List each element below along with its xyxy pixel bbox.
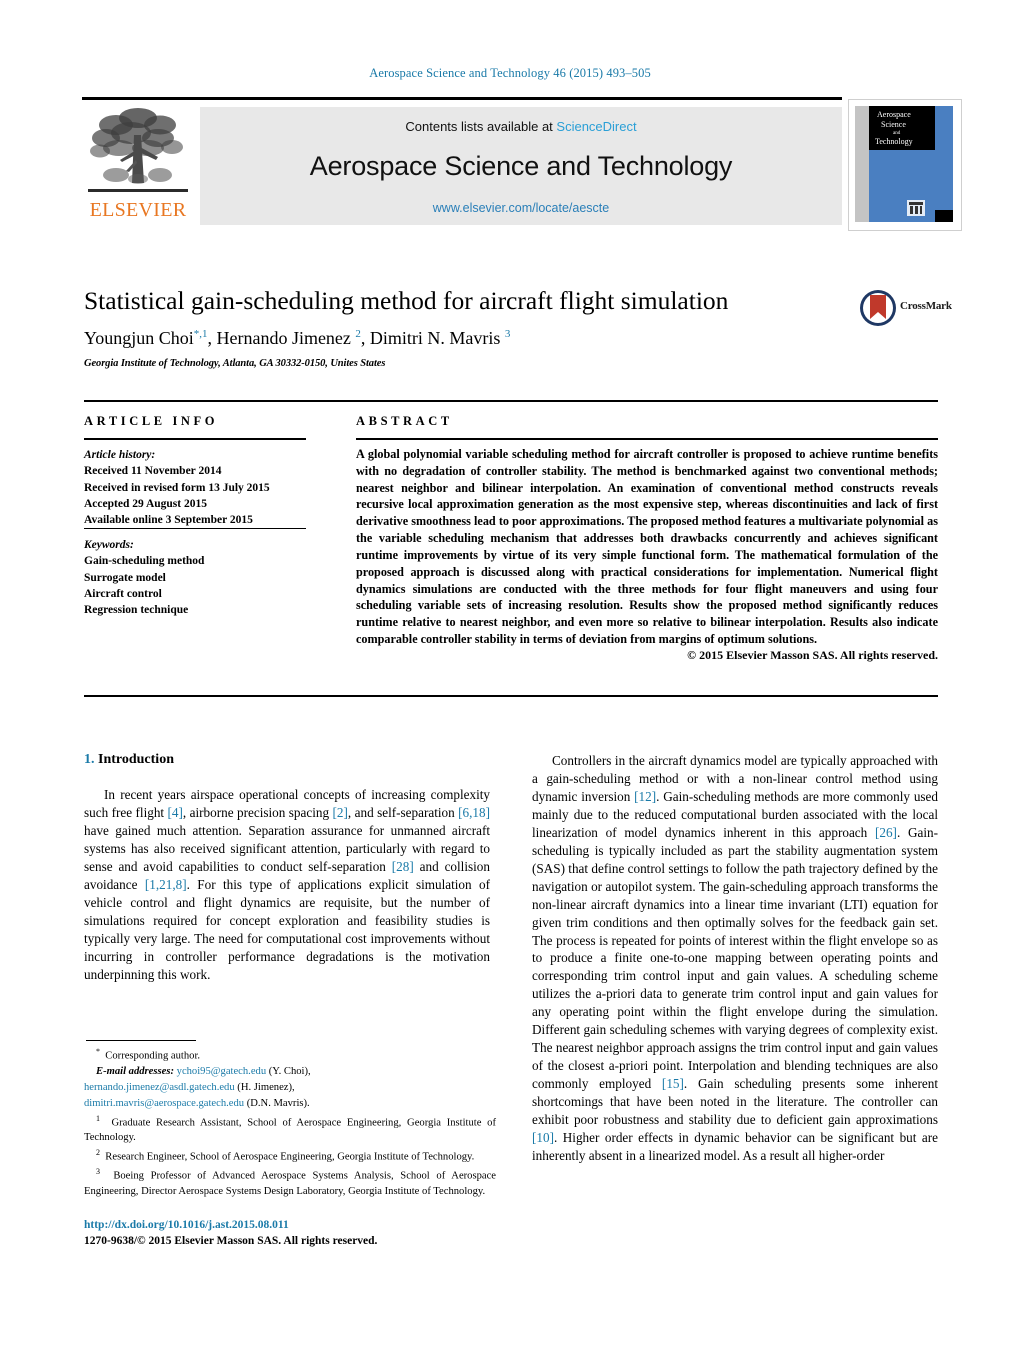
page-title: Statistical gain-scheduling method for a…	[84, 286, 729, 315]
crossmark-label: CrossMark	[900, 300, 952, 312]
article-history: Article history: Received 11 November 20…	[84, 447, 314, 529]
intro-paragraph-left: In recent years airspace operational con…	[84, 787, 491, 982]
footnote-note-1: 1 Graduate Research Assistant, School of…	[84, 1113, 496, 1144]
footnote-email-line-1: E-mail addresses: ychoi95@gatech.edu (Y.…	[96, 1066, 311, 1078]
body-column-left: 1. Introduction In recent years airspace…	[84, 752, 490, 983]
issn-copyright-line: 1270-9638/© 2015 Elsevier Masson SAS. Al…	[84, 1234, 378, 1247]
elsevier-logo: ELSEVIER	[86, 105, 190, 225]
masthead-banner: Contents lists available at ScienceDirec…	[200, 107, 842, 225]
intro-paragraph-right: Controllers in the aircraft dynamics mod…	[532, 753, 938, 1163]
abstract-text: A global polynomial variable scheduling …	[356, 447, 938, 647]
keywords-top-rule	[84, 528, 306, 529]
keywords-label: Keywords:	[84, 539, 134, 551]
svg-text:Aerospace: Aerospace	[877, 110, 911, 119]
footnote-email-line-2: hernando.jimenez@asdl.gatech.edu (H. Jim…	[84, 1082, 295, 1094]
journal-cover-thumbnail: Aerospace Science and Technology	[848, 99, 962, 231]
crossmark-badge[interactable]: CrossMark	[858, 288, 958, 328]
doi-link[interactable]: http://dx.doi.org/10.1016/j.ast.2015.08.…	[84, 1218, 504, 1234]
footnote-block: * Corresponding author. E-mail addresses…	[84, 1046, 496, 1201]
article-history-label: Article history:	[84, 449, 156, 461]
article-info-heading: ARTICLE INFO	[84, 414, 219, 428]
footnote-note-3: 3 Boeing Professor of Advanced Aerospace…	[84, 1167, 496, 1197]
section-number: 1.	[84, 752, 95, 767]
history-item: Available online 3 September 2015	[84, 514, 253, 527]
keyword-item: Regression technique	[84, 604, 189, 617]
crossmark-icon	[860, 290, 896, 326]
masthead-top-rule	[82, 97, 842, 100]
svg-text:and: and	[893, 131, 901, 136]
affiliation: Georgia Institute of Technology, Atlanta…	[84, 358, 386, 369]
section-title-text: Introduction	[98, 752, 174, 767]
history-item: Received 11 November 2014	[84, 465, 222, 478]
running-head: Aerospace Science and Technology 46 (201…	[369, 66, 651, 80]
author-list: Youngjun Choi*,1, Hernando Jimenez 2, Di…	[84, 328, 511, 348]
journal-masthead: ELSEVIER Contents lists available at Sci…	[82, 97, 962, 231]
abstract-heading-rule	[356, 438, 938, 440]
info-heading-rule	[84, 438, 306, 440]
history-item: Received in revised form 13 July 2015	[84, 481, 270, 494]
sciencedirect-link[interactable]: ScienceDirect	[556, 119, 636, 134]
elsevier-wordmark: ELSEVIER	[89, 199, 187, 221]
keyword-item: Aircraft control	[84, 587, 162, 600]
svg-text:Science: Science	[881, 120, 906, 129]
elsevier-tree-icon	[86, 105, 190, 197]
keywords-block: Keywords: Gain-scheduling method Surroga…	[84, 537, 314, 619]
paper-page: Aerospace Science and Technology 46 (201…	[0, 0, 1020, 1351]
keyword-item: Gain-scheduling method	[84, 555, 205, 568]
info-section-top-rule	[84, 400, 938, 402]
contents-label: Contents lists available at	[405, 119, 557, 134]
contents-available-line: Contents lists available at ScienceDirec…	[200, 119, 842, 134]
footnote-corresponding-author: * Corresponding author.	[96, 1047, 201, 1062]
abstract-copyright: © 2015 Elsevier Masson SAS. All rights r…	[687, 648, 938, 662]
footnote-rule	[86, 1040, 196, 1041]
journal-homepage-link[interactable]: www.elsevier.com/locate/aescte	[200, 201, 842, 215]
body-column-right: Controllers in the aircraft dynamics mod…	[532, 752, 938, 1165]
journal-title: Aerospace Science and Technology	[309, 151, 733, 181]
svg-text:Technology: Technology	[875, 137, 913, 146]
info-section-bottom-rule	[84, 695, 938, 697]
section-heading-introduction: 1. Introduction	[84, 752, 490, 768]
keyword-item: Surrogate model	[84, 571, 166, 584]
footnote-email-line-3: dimitri.mavris@aerospace.gatech.edu (D.N…	[84, 1098, 310, 1110]
footnote-note-2: 2 Research Engineer, School of Aerospace…	[96, 1148, 475, 1163]
abstract-heading: ABSTRACT	[356, 414, 453, 428]
doi-block: http://dx.doi.org/10.1016/j.ast.2015.08.…	[84, 1218, 504, 1249]
history-item: Accepted 29 August 2015	[84, 497, 207, 510]
